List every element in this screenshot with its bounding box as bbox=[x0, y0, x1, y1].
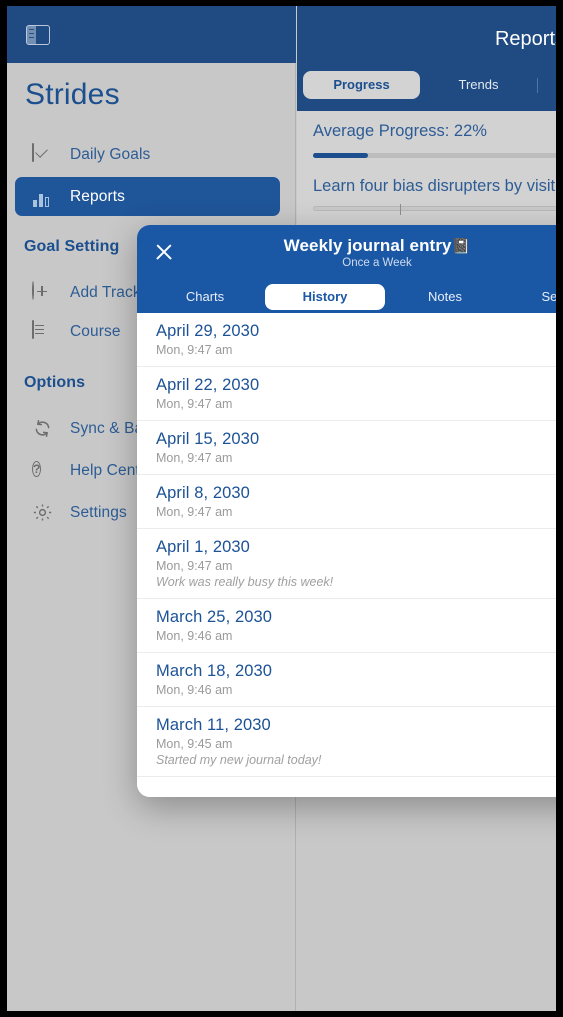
modal-title-text: Weekly journal entry bbox=[283, 236, 452, 255]
entry-time: Mon, 9:45 am bbox=[156, 737, 233, 751]
entry-note: Started my new journal today! bbox=[156, 753, 322, 767]
modal-title: Weekly journal entry📓 bbox=[137, 236, 556, 256]
sidebar-item-daily-goals[interactable]: Daily Goals bbox=[15, 135, 280, 174]
sidebar-item-label: Settings bbox=[70, 503, 127, 521]
entry-date: April 8, 2030 bbox=[156, 484, 250, 502]
modal-tab-bar: Charts History Notes Settings bbox=[137, 281, 556, 313]
tab-notes[interactable]: Notes bbox=[385, 284, 505, 310]
list-item[interactable]: March 18, 2030 Mon, 9:46 am bbox=[137, 653, 556, 707]
entry-time: Mon, 9:47 am bbox=[156, 505, 233, 519]
goal-progress-tick bbox=[400, 204, 401, 215]
sync-icon bbox=[32, 418, 54, 440]
tab-charts[interactable]: Charts bbox=[145, 284, 265, 310]
entry-time: Mon, 9:46 am bbox=[156, 683, 233, 697]
screen-root: Strides Daily Goals Reports Goal Setting… bbox=[0, 0, 563, 1017]
sidebar-top-bar bbox=[7, 6, 296, 63]
list-item[interactable]: March 25, 2030 Mon, 9:46 am bbox=[137, 599, 556, 653]
tab-progress[interactable]: Progress bbox=[303, 71, 420, 99]
entry-time: Mon, 9:46 am bbox=[156, 629, 233, 643]
bar-chart-icon bbox=[32, 186, 54, 208]
list-item[interactable]: April 8, 2030 Mon, 9:47 am bbox=[137, 475, 556, 529]
sidebar-toggle-icon[interactable] bbox=[26, 25, 50, 45]
goal-progress-bar bbox=[313, 204, 556, 215]
entry-time: Mon, 9:47 am bbox=[156, 343, 233, 357]
sidebar-item-label: Daily Goals bbox=[70, 145, 151, 163]
question-circle-icon: ? bbox=[32, 460, 42, 477]
entry-date: April 15, 2030 bbox=[156, 430, 260, 448]
app-title: Strides bbox=[25, 78, 120, 111]
tab-settings[interactable]: Settings bbox=[505, 284, 557, 310]
average-progress-label: Average Progress: 22% bbox=[313, 122, 487, 140]
gear-icon bbox=[32, 502, 54, 524]
modal-subtitle: Once a Week bbox=[342, 257, 412, 269]
entry-date: April 29, 2030 bbox=[156, 322, 260, 340]
entry-time: Mon, 9:47 am bbox=[156, 559, 233, 573]
goal-title: Learn four bias disrupters by visiting bbox=[313, 177, 556, 195]
average-progress-fill bbox=[313, 153, 368, 158]
entry-date: March 25, 2030 bbox=[156, 608, 273, 626]
reports-top-bar: Reports Progress Trends bbox=[297, 6, 556, 111]
progress-section: Average Progress: 22% Learn four bias di… bbox=[297, 111, 556, 231]
history-list[interactable]: April 29, 2030 Mon, 9:47 am April 22, 20… bbox=[137, 313, 556, 797]
segment-divider bbox=[537, 77, 538, 93]
sidebar-item-label: Reports bbox=[70, 187, 125, 205]
sidebar-section-options: Options bbox=[24, 374, 86, 391]
entry-date: April 1, 2030 bbox=[156, 538, 250, 556]
average-progress-bar bbox=[313, 153, 556, 158]
entry-date: March 18, 2030 bbox=[156, 662, 273, 680]
entry-date: April 22, 2030 bbox=[156, 376, 260, 394]
tab-trends[interactable]: Trends bbox=[420, 71, 537, 99]
modal-header: Weekly journal entry📓 Once a Week bbox=[137, 225, 556, 281]
list-item[interactable]: April 29, 2030 Mon, 9:47 am bbox=[137, 313, 556, 367]
entry-time: Mon, 9:47 am bbox=[156, 451, 233, 465]
list-item[interactable]: April 1, 2030 Mon, 9:47 am Work was real… bbox=[137, 529, 556, 599]
notebook-emoji-icon: 📓 bbox=[451, 238, 471, 255]
checkbox-icon bbox=[32, 142, 54, 166]
device-viewport: Strides Daily Goals Reports Goal Setting… bbox=[7, 6, 556, 1011]
list-item[interactable]: April 22, 2030 Mon, 9:47 am bbox=[137, 367, 556, 421]
tracker-detail-modal: Weekly journal entry📓 Once a Week Charts… bbox=[137, 225, 556, 797]
list-item[interactable]: March 11, 2030 Mon, 9:45 am Started my n… bbox=[137, 707, 556, 777]
tab-history[interactable]: History bbox=[265, 284, 385, 310]
entry-note: Work was really busy this week! bbox=[156, 575, 334, 589]
list-item[interactable]: April 15, 2030 Mon, 9:47 am bbox=[137, 421, 556, 475]
sidebar-item-reports[interactable]: Reports bbox=[15, 177, 280, 216]
page-title: Reports bbox=[494, 28, 556, 50]
document-icon bbox=[32, 319, 54, 343]
entry-time: Mon, 9:47 am bbox=[156, 397, 233, 411]
entry-date: March 11, 2030 bbox=[156, 716, 271, 734]
sidebar-item-label: Course bbox=[70, 322, 121, 340]
plus-circle-icon bbox=[32, 280, 54, 304]
reports-segmented-control: Progress Trends bbox=[303, 71, 556, 99]
sidebar-section-goal-setting: Goal Setting bbox=[24, 238, 120, 255]
